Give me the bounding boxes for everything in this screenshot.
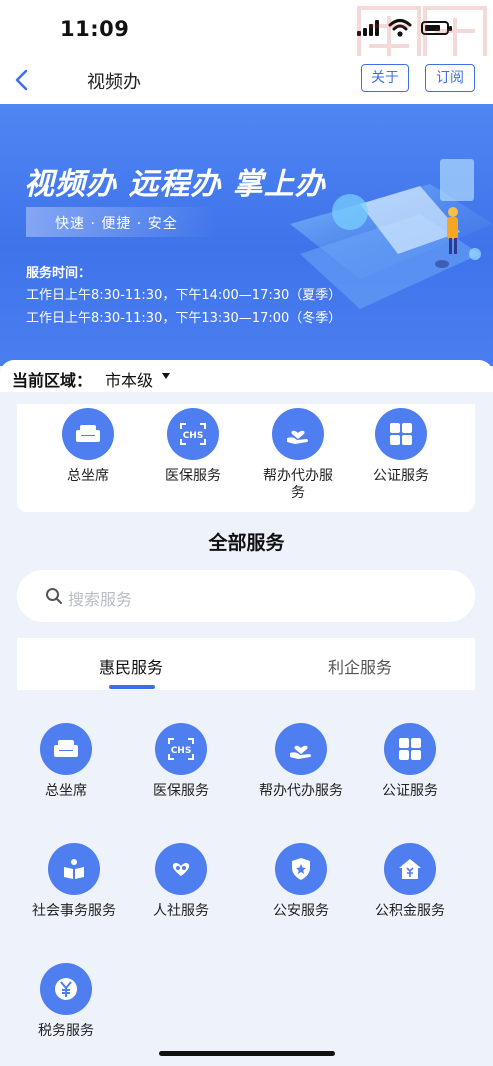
service-item[interactable]: 公证服务 xyxy=(370,723,450,800)
service-label: 公积金服务 xyxy=(375,903,445,919)
service-label: 社会事务服务 xyxy=(32,903,116,919)
service-item[interactable]: 总坐席 xyxy=(30,723,102,800)
service-label: 总坐席 xyxy=(45,783,87,799)
house-yen-icon xyxy=(384,843,436,895)
quick-service-label: 帮办代办服 务 xyxy=(263,468,333,501)
heart-hand-icon xyxy=(275,723,327,775)
service-label: 公证服务 xyxy=(382,783,438,799)
svg-text:CHS: CHS xyxy=(171,746,192,756)
service-hours-winter: 工作日上午8:30-11:30，下午13:30—17:00（冬季） xyxy=(26,311,342,326)
quick-service-item[interactable]: 总坐席 xyxy=(52,408,124,485)
chs-scan-icon: CHS xyxy=(155,723,207,775)
all-services-title: 全部服务 xyxy=(208,532,285,554)
heart-people-icon xyxy=(155,843,207,895)
caret-down-icon[interactable] xyxy=(162,373,170,379)
yen-coin-icon xyxy=(40,963,92,1015)
banner-headline: 视频办 远程办 掌上办 xyxy=(24,167,326,202)
quick-service-item[interactable]: 帮办代办服 务 xyxy=(255,408,341,502)
book-person-icon xyxy=(48,843,100,895)
banner-tags: 快速 · 便捷 · 安全 xyxy=(55,216,178,232)
sofa-icon xyxy=(40,723,92,775)
service-item[interactable]: 税务服务 xyxy=(30,963,102,1040)
tab-huimin[interactable]: 惠民服务 xyxy=(99,654,163,678)
about-button[interactable]: 关于 xyxy=(361,64,409,92)
page-title: 视频办 xyxy=(87,72,141,93)
region-label: 当前区域： xyxy=(12,371,93,390)
service-hours-label: 服务时间： xyxy=(26,266,92,281)
quick-service-item[interactable]: CHS 医保服务 xyxy=(150,408,236,485)
service-tabs: 惠民服务 利企服务 xyxy=(17,638,475,690)
service-item[interactable]: CHS 医保服务 xyxy=(145,723,217,800)
service-label: 人社服务 xyxy=(153,903,209,919)
service-item[interactable]: 社会事务服务 xyxy=(16,843,132,920)
back-chevron-icon[interactable] xyxy=(10,66,34,94)
status-time: 11:09 xyxy=(60,17,130,41)
service-item[interactable]: 公积金服务 xyxy=(370,843,450,920)
subscribe-button[interactable]: 订阅 xyxy=(425,64,475,92)
service-hours-summer: 工作日上午8:30-11:30，下午14:00—17:30（夏季） xyxy=(26,288,342,303)
search-placeholder: 搜索服务 xyxy=(68,590,133,609)
quick-service-label: 公证服务 xyxy=(373,468,429,484)
service-item[interactable]: 帮办代办服务 xyxy=(245,723,357,800)
heart-hand-icon xyxy=(272,408,324,460)
service-label: 税务服务 xyxy=(38,1023,94,1039)
service-label: 公安服务 xyxy=(273,903,329,919)
chs-scan-icon: CHS xyxy=(167,408,219,460)
service-item[interactable]: 人社服务 xyxy=(145,843,217,920)
search-icon xyxy=(46,588,62,604)
grid-icon xyxy=(375,408,427,460)
hero-banner: 视频办 远程办 掌上办 快速 · 便捷 · 安全 服务时间： 工作日上午8:30… xyxy=(0,104,493,366)
region-selector[interactable]: 当前区域： 市本级 xyxy=(0,360,493,392)
quick-service-label: 总坐席 xyxy=(67,468,109,484)
home-indicator[interactable] xyxy=(159,1051,335,1056)
grid-icon xyxy=(384,723,436,775)
svg-text:CHS: CHS xyxy=(183,431,204,441)
service-label: 医保服务 xyxy=(153,783,209,799)
quick-service-label: 医保服务 xyxy=(165,468,221,484)
sofa-icon xyxy=(62,408,114,460)
active-tab-indicator xyxy=(109,685,155,689)
service-label: 帮办代办服务 xyxy=(259,783,343,799)
region-value[interactable]: 市本级 xyxy=(105,367,153,391)
service-item[interactable]: 公安服务 xyxy=(265,843,337,920)
tab-liqi[interactable]: 利企服务 xyxy=(328,654,392,678)
nav-bar: 视频办 关于 订阅 xyxy=(0,56,493,104)
quick-service-item[interactable]: 公证服务 xyxy=(360,408,442,485)
police-shield-icon xyxy=(275,843,327,895)
